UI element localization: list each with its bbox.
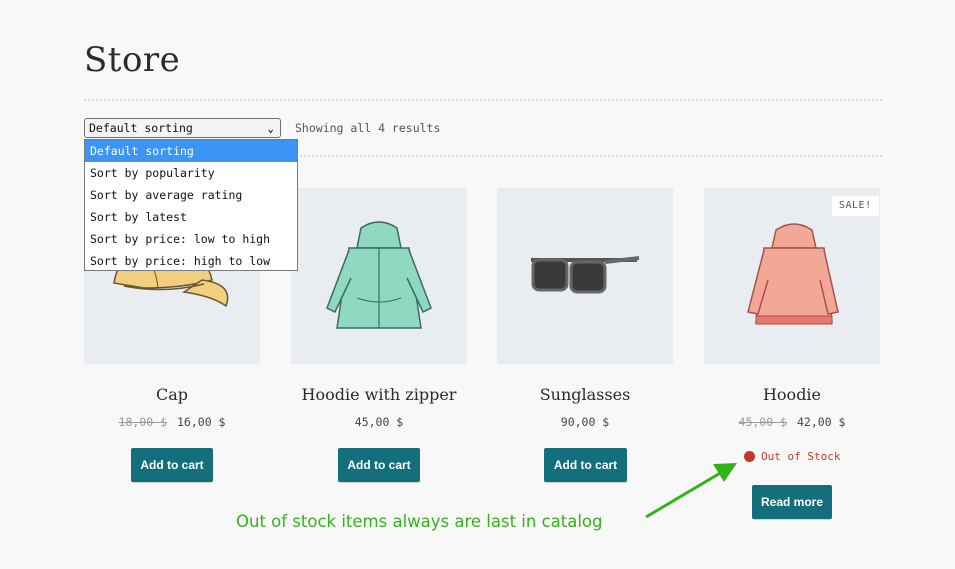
sale-price: 16,00 $: [177, 415, 226, 429]
sort-option-default[interactable]: Default sorting: [85, 140, 297, 162]
old-price: 45,00 $: [738, 415, 787, 429]
sort-select-value: Default sorting: [89, 121, 193, 135]
product-name-cap[interactable]: Cap: [84, 385, 260, 404]
hoodie-zipper-image: [326, 221, 432, 329]
sort-select[interactable]: Default sorting ⌄: [84, 118, 281, 138]
product-image-sunglasses[interactable]: [497, 188, 673, 364]
product-price-hoodie: 45,00 $ 42,00 $: [704, 415, 880, 429]
sort-option-rating[interactable]: Sort by average rating: [85, 184, 297, 206]
product-name-hoodie-with-zipper[interactable]: Hoodie with zipper: [291, 385, 467, 404]
product-name-sunglasses[interactable]: Sunglasses: [497, 385, 673, 404]
out-of-stock-label: Out of Stock: [761, 450, 841, 463]
results-count: Showing all 4 results: [295, 121, 441, 135]
add-to-cart-button-sunglasses[interactable]: Add to cart: [544, 448, 627, 482]
out-of-stock-status: Out of Stock: [744, 450, 840, 463]
sale-badge: SALE!: [832, 196, 879, 216]
add-to-cart-button-cap[interactable]: Add to cart: [131, 448, 213, 482]
read-more-button[interactable]: Read more: [752, 485, 832, 519]
annotation-text: Out of stock items always are last in ca…: [236, 512, 603, 531]
product-price-hoodie-with-zipper: 45,00 $: [291, 415, 467, 429]
product-name-hoodie[interactable]: Hoodie: [704, 385, 880, 404]
sort-option-price-asc[interactable]: Sort by price: low to high: [85, 228, 297, 250]
sort-option-popularity[interactable]: Sort by popularity: [85, 162, 297, 184]
old-price: 18,00 $: [118, 415, 167, 429]
sad-face-icon: [744, 451, 755, 462]
product-image-hoodie-with-zipper[interactable]: [291, 188, 467, 364]
sunglasses-image: [531, 256, 640, 294]
price: 90,00 $: [560, 415, 610, 429]
add-to-cart-button-hoodie-with-zipper[interactable]: Add to cart: [338, 448, 420, 482]
product-price-cap: 18,00 $ 16,00 $: [84, 415, 260, 429]
sort-option-latest[interactable]: Sort by latest: [85, 206, 297, 228]
price: 45,00 $: [354, 415, 404, 429]
page-title: Store: [84, 40, 181, 80]
sort-option-price-desc[interactable]: Sort by price: high to low: [85, 250, 297, 272]
divider-top: [84, 99, 882, 101]
sale-price: 42,00 $: [797, 415, 846, 429]
chevron-down-icon: ⌄: [267, 122, 274, 135]
product-price-sunglasses: 90,00 $: [497, 415, 673, 429]
sort-dropdown-menu: Default sorting Sort by popularity Sort …: [84, 139, 298, 271]
